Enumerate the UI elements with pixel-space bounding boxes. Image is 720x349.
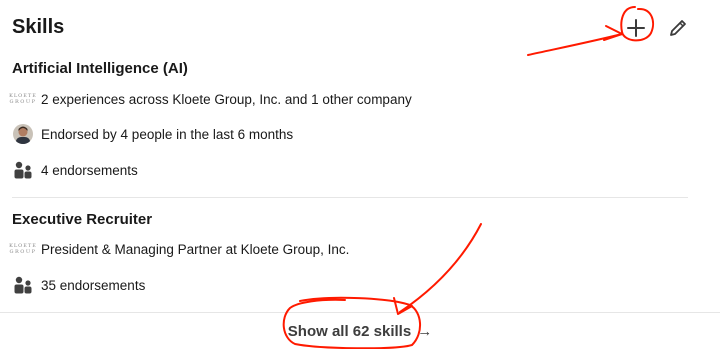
show-all-skills-button[interactable]: Show all 62 skills → bbox=[0, 313, 720, 349]
divider bbox=[12, 197, 688, 198]
company-logo: KLOETE GROUP bbox=[9, 243, 37, 255]
experience-text: 2 experiences across Kloete Group, Inc. … bbox=[41, 91, 412, 107]
annotation-arrow bbox=[527, 33, 623, 56]
people-icon bbox=[12, 159, 34, 181]
skills-card: Skills Artificial Intelligence (AI) KLOE… bbox=[0, 0, 720, 349]
skill-name-ai[interactable]: Artificial Intelligence (AI) bbox=[12, 60, 188, 77]
section-title: Skills bbox=[12, 16, 65, 38]
arrow-right-icon: → bbox=[417, 322, 433, 340]
pencil-icon bbox=[670, 20, 686, 36]
add-skill-button[interactable] bbox=[620, 12, 652, 44]
plus-icon bbox=[627, 19, 645, 37]
people-icon bbox=[12, 274, 34, 296]
skill-experience-row: KLOETE GROUP 2 experiences across Kloete… bbox=[9, 87, 412, 111]
endorsements-text: 35 endorsements bbox=[41, 277, 146, 293]
show-all-label: Show all 62 skills bbox=[287, 322, 412, 340]
company-logo: KLOETE GROUP bbox=[9, 93, 37, 105]
endorsements-row[interactable]: 4 endorsements bbox=[12, 158, 138, 182]
endorsements-text: 4 endorsements bbox=[41, 162, 138, 178]
avatar bbox=[12, 123, 34, 145]
annotation-arrow bbox=[399, 223, 482, 313]
experience-text: President & Managing Partner at Kloete G… bbox=[41, 241, 350, 257]
endorsements-row[interactable]: 35 endorsements bbox=[12, 273, 145, 297]
endorsed-by-text: Endorsed by 4 people in the last 6 month… bbox=[41, 126, 294, 142]
skill-experience-row: KLOETE GROUP President & Managing Partne… bbox=[9, 237, 350, 261]
edit-skills-button[interactable] bbox=[662, 12, 694, 44]
endorsed-by-row[interactable]: Endorsed by 4 people in the last 6 month… bbox=[12, 122, 293, 146]
skill-name-executive-recruiter[interactable]: Executive Recruiter bbox=[12, 211, 152, 228]
